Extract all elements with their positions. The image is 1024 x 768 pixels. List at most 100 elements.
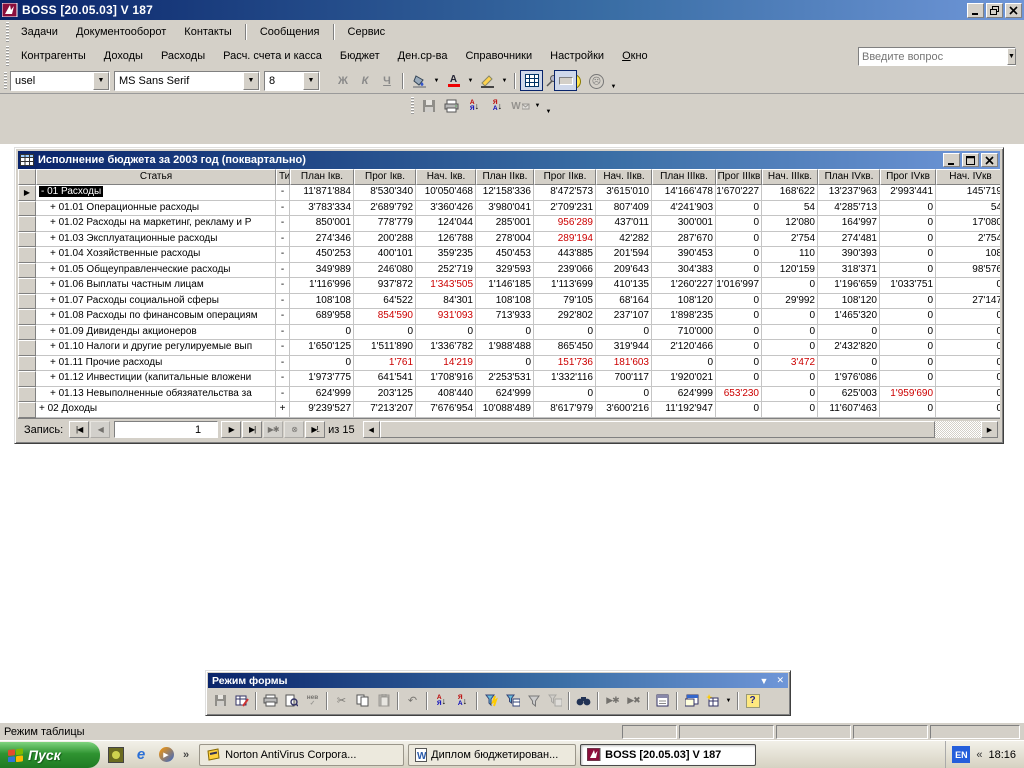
chevron-down-icon[interactable]: ▼ [499, 70, 510, 91]
article-cell[interactable]: + 01.07 Расходы социальной сферы [36, 294, 276, 310]
value-cell[interactable]: 108'120 [818, 294, 880, 310]
value-cell[interactable]: 0 [762, 387, 818, 403]
value-cell[interactable]: 13'237'963 [818, 185, 880, 201]
value-cell[interactable]: 7'676'954 [416, 402, 476, 418]
value-cell[interactable]: 0 [936, 325, 1000, 341]
value-cell[interactable]: 0 [880, 232, 936, 248]
value-cell[interactable]: 2'754 [936, 232, 1000, 248]
help-icon[interactable]: ? [742, 690, 763, 711]
value-cell[interactable]: 1'959'690 [880, 387, 936, 403]
fill-color-icon[interactable] [408, 70, 431, 91]
value-cell[interactable]: 289'194 [534, 232, 596, 248]
toolbar-grip[interactable] [6, 46, 9, 65]
value-cell[interactable]: 0 [818, 356, 880, 372]
column-header[interactable]: Нач. IIкв. [596, 169, 652, 185]
article-cell[interactable]: + 01.06 Выплаты частным лицам [36, 278, 276, 294]
special-effect-icon[interactable] [554, 70, 577, 91]
value-cell[interactable]: 252'719 [416, 263, 476, 279]
value-cell[interactable]: 0 [596, 325, 652, 341]
properties-icon[interactable] [652, 690, 673, 711]
value-cell[interactable]: 29'992 [762, 294, 818, 310]
menu-spravochniki[interactable]: Справочники [456, 47, 541, 65]
value-cell[interactable]: 0 [936, 356, 1000, 372]
article-cell[interactable]: + 01.10 Налоги и другие регулируемые вып [36, 340, 276, 356]
cancel-record-icon[interactable]: ⊗ [284, 421, 304, 438]
value-cell[interactable]: 700'117 [596, 371, 652, 387]
save-icon[interactable] [210, 690, 231, 711]
value-cell[interactable]: 0 [880, 309, 936, 325]
value-cell[interactable]: 1'332'116 [534, 371, 596, 387]
value-cell[interactable]: 0 [936, 402, 1000, 418]
value-cell[interactable]: 2'754 [762, 232, 818, 248]
article-cell[interactable]: + 01.03 Эксплуатационные расходы [36, 232, 276, 248]
type-cell[interactable]: - [276, 294, 290, 310]
language-indicator[interactable]: EN [952, 746, 970, 763]
paste-icon[interactable] [373, 690, 394, 711]
type-cell[interactable]: - [276, 185, 290, 201]
value-cell[interactable]: 108'120 [652, 294, 716, 310]
value-cell[interactable]: 450'453 [476, 247, 534, 263]
value-cell[interactable]: 2'709'231 [534, 201, 596, 217]
value-cell[interactable]: 0 [880, 340, 936, 356]
value-cell[interactable]: 0 [416, 325, 476, 341]
column-header[interactable]: Прог IVкв [880, 169, 936, 185]
gridlines-icon[interactable] [520, 70, 543, 91]
column-header[interactable]: План IIIкв. [652, 169, 716, 185]
print-icon[interactable] [440, 96, 463, 117]
last-record-icon[interactable]: ▶| [242, 421, 262, 438]
value-cell[interactable]: 390'453 [652, 247, 716, 263]
value-cell[interactable]: 54 [762, 201, 818, 217]
value-cell[interactable]: 124'044 [416, 216, 476, 232]
task-norton[interactable]: Norton AntiVirus Corpora... [199, 744, 404, 766]
value-cell[interactable]: 0 [716, 232, 762, 248]
ask-question-input[interactable] [859, 48, 1007, 65]
article-cell[interactable]: + 01.02 Расходы на маркетинг, рекламу и … [36, 216, 276, 232]
select-all-corner[interactable] [18, 169, 36, 185]
print-icon[interactable] [260, 690, 281, 711]
menu-okno[interactable]: Окно [613, 47, 657, 65]
filter-by-selection-icon[interactable] [481, 690, 502, 711]
article-cell[interactable]: + 01.05 Общеуправленческие расходы [36, 263, 276, 279]
font-combo[interactable]: MS Sans Serif ▼ [114, 71, 260, 91]
value-cell[interactable]: 778'779 [354, 216, 416, 232]
sort-ascending-icon[interactable]: АЯ↓ [431, 690, 452, 711]
value-cell[interactable]: 120'159 [762, 263, 818, 279]
value-cell[interactable]: 807'409 [596, 201, 652, 217]
column-header[interactable]: Нач. IVкв [936, 169, 1000, 185]
toolbar-grip[interactable] [6, 22, 9, 41]
value-cell[interactable]: 11'871'884 [290, 185, 354, 201]
menu-den-sredstva[interactable]: Ден.ср-ва [389, 47, 457, 65]
value-cell[interactable]: 110 [762, 247, 818, 263]
row-selector[interactable]: ▶ [18, 185, 36, 201]
value-cell[interactable]: 450'253 [290, 247, 354, 263]
value-cell[interactable]: 274'346 [290, 232, 354, 248]
type-cell[interactable]: - [276, 325, 290, 341]
scroll-left-icon[interactable]: ◀ [363, 421, 380, 438]
type-cell[interactable]: - [276, 216, 290, 232]
value-cell[interactable]: 0 [716, 309, 762, 325]
value-cell[interactable]: 1'016'997 [716, 278, 762, 294]
value-cell[interactable]: 0 [652, 356, 716, 372]
close-icon[interactable]: ✕ [776, 675, 784, 686]
value-cell[interactable]: 624'999 [476, 387, 534, 403]
value-cell[interactable]: 285'001 [476, 216, 534, 232]
chevron-down-icon[interactable]: ▼ [243, 72, 259, 90]
row-selector[interactable] [18, 294, 36, 310]
apply-filter-icon[interactable] [544, 690, 565, 711]
column-header[interactable]: План IIкв. [476, 169, 534, 185]
value-cell[interactable]: 10'088'489 [476, 402, 534, 418]
value-cell[interactable]: 3'360'426 [416, 201, 476, 217]
chevron-down-icon[interactable]: ▼ [303, 72, 319, 90]
value-cell[interactable]: 11'192'947 [652, 402, 716, 418]
value-cell[interactable]: 1'761 [354, 356, 416, 372]
value-cell[interactable]: 0 [716, 201, 762, 217]
article-cell[interactable]: + 01.04 Хозяйственные расходы [36, 247, 276, 263]
chevron-more-icon[interactable]: » [183, 749, 189, 761]
type-cell[interactable]: - [276, 232, 290, 248]
value-cell[interactable]: 349'989 [290, 263, 354, 279]
value-cell[interactable]: 151'736 [534, 356, 596, 372]
value-cell[interactable]: 2'993'441 [880, 185, 936, 201]
value-cell[interactable]: 3'980'041 [476, 201, 534, 217]
undo-icon[interactable]: ↶ [402, 690, 423, 711]
column-header[interactable]: План Iкв. [290, 169, 354, 185]
